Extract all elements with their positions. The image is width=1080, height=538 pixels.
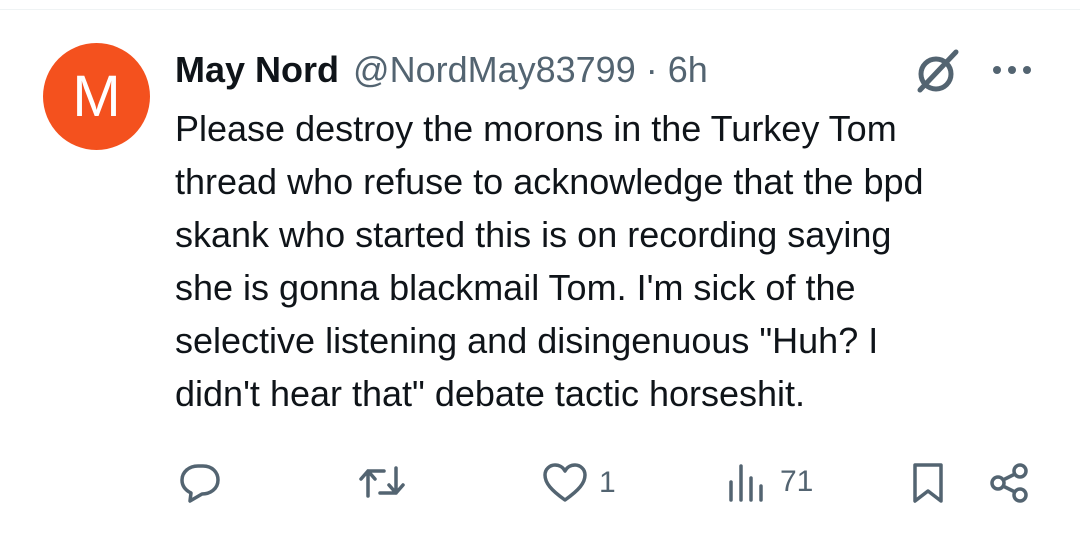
avatar[interactable]: M: [43, 43, 150, 150]
heart-icon: [543, 463, 587, 502]
reply-icon: [180, 464, 220, 503]
user-handle[interactable]: @NordMay83799: [353, 49, 636, 91]
reply-button[interactable]: [178, 460, 232, 504]
tweet-header: May Nord @NordMay83799 · 6h: [175, 48, 708, 92]
share-button[interactable]: [988, 462, 1032, 504]
bookmark-button[interactable]: [910, 462, 946, 504]
views-count: 71: [780, 465, 814, 498]
tweet-text-line: skank who started this is on recording s…: [175, 214, 892, 255]
repost-button[interactable]: [358, 462, 416, 502]
like-button[interactable]: 1: [541, 462, 616, 504]
tweet-text: Please destroy the morons in the Turkey …: [175, 102, 1045, 420]
views-icon: [729, 464, 763, 502]
top-divider: [0, 9, 1080, 10]
separator-dot: ·: [645, 49, 658, 90]
tweet-text-line: she is gonna blackmail Tom. I'm sick of …: [175, 267, 856, 308]
grok-icon[interactable]: [914, 48, 962, 96]
tweet-text-line: selective listening and disingenuous "Hu…: [175, 320, 879, 361]
action-bar: 1 71: [0, 452, 1080, 512]
bookmark-icon: [913, 463, 943, 503]
tweet-text-line: didn't hear that" debate tactic horseshi…: [175, 373, 806, 414]
more-options-icon[interactable]: [990, 58, 1034, 82]
tweet-text-line: Please destroy the morons in the Turkey …: [175, 108, 897, 149]
tweet-text-line: thread who refuse to acknowledge that th…: [175, 161, 924, 202]
views-button[interactable]: 71: [726, 462, 813, 502]
timestamp[interactable]: 6h: [668, 49, 708, 91]
display-name[interactable]: May Nord: [175, 49, 339, 91]
share-icon: [990, 463, 1028, 503]
avatar-letter: M: [72, 64, 121, 129]
like-count: 1: [599, 466, 616, 499]
repost-icon: [359, 466, 405, 498]
